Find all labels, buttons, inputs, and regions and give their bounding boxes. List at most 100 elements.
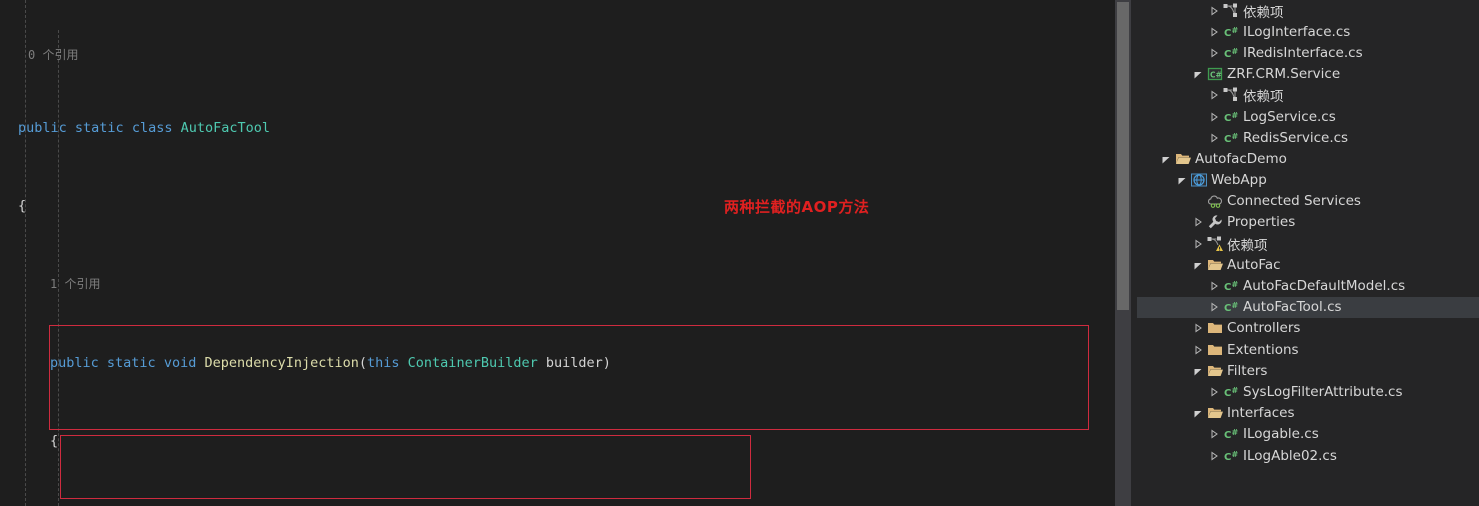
csharp-project-icon: C# xyxy=(1205,66,1224,82)
tree-item-filters[interactable]: Filters xyxy=(1137,360,1479,381)
tree-item-syslogfilterattribute-cs[interactable]: C # SysLogFilterAttribute.cs xyxy=(1137,381,1479,402)
annotation-label-aop-methods: 两种拦截的AOP方法 xyxy=(724,198,870,216)
code-line-brace-open-2: { xyxy=(0,432,1090,452)
chevron-down-icon[interactable] xyxy=(1191,260,1205,270)
csharp-file-icon: C # xyxy=(1221,426,1240,442)
svg-text:#: # xyxy=(1231,450,1238,459)
chevron-right-icon[interactable] xyxy=(1191,323,1205,333)
scrollbar-thumb[interactable] xyxy=(1117,2,1129,310)
tree-item-iredisinterface-cs[interactable]: C # IRedisInterface.cs xyxy=(1137,42,1479,63)
kw-class: class xyxy=(131,119,181,136)
csharp-file-icon: C # xyxy=(1221,45,1240,61)
tree-item-webapp[interactable]: WebApp xyxy=(1137,170,1479,191)
chevron-down-icon[interactable] xyxy=(1191,366,1205,376)
tree-item-interfaces[interactable]: Interfaces xyxy=(1137,403,1479,424)
chevron-right-icon[interactable] xyxy=(1207,48,1221,58)
chevron-right-icon[interactable] xyxy=(1207,281,1221,291)
code-line-method-decl: public static void DependencyInjection(t… xyxy=(0,354,1090,374)
tree-item-connected-services[interactable]: Connected Services xyxy=(1137,191,1479,212)
svg-text:#: # xyxy=(1231,47,1238,56)
tree-item-[interactable]: 依赖项 xyxy=(1137,0,1479,21)
chevron-right-icon[interactable] xyxy=(1207,133,1221,143)
chevron-down-icon[interactable] xyxy=(1175,175,1189,185)
chevron-right-icon[interactable] xyxy=(1191,345,1205,355)
tree-item-label: 依赖项 xyxy=(1243,4,1284,21)
folder-open-icon xyxy=(1205,363,1224,379)
svg-text:#: # xyxy=(1231,26,1238,35)
chevron-right-icon[interactable] xyxy=(1207,112,1221,122)
tree-item-autofacdemo[interactable]: AutofacDemo xyxy=(1137,148,1479,169)
kw-public: public xyxy=(50,354,107,371)
solution-explorer-tree[interactable]: 依赖项 C # ILogInterface.cs C # IRedisInterface.c… xyxy=(1137,0,1479,506)
tree-item-zrf-crm-service[interactable]: C# ZRF.CRM.Service xyxy=(1137,64,1479,85)
folder-open-icon xyxy=(1173,151,1192,167)
chevron-right-icon[interactable] xyxy=(1207,90,1221,100)
chevron-right-icon[interactable] xyxy=(1191,217,1205,227)
chevron-right-icon[interactable] xyxy=(1207,429,1221,439)
tree-item-logservice-cs[interactable]: C # LogService.cs xyxy=(1137,106,1479,127)
web-project-icon xyxy=(1189,172,1208,188)
tree-item-controllers[interactable]: Controllers xyxy=(1137,318,1479,339)
tree-item-label: AutofacDemo xyxy=(1195,150,1287,167)
param-type: ContainerBuilder xyxy=(407,354,546,371)
tree-item-autofac[interactable]: AutoFac xyxy=(1137,254,1479,275)
svg-text:C: C xyxy=(1224,113,1231,124)
tree-item-label: SysLogFilterAttribute.cs xyxy=(1243,383,1403,400)
chevron-right-icon[interactable] xyxy=(1207,451,1221,461)
tree-item-label: Controllers xyxy=(1227,320,1301,337)
dependencies-icon xyxy=(1221,87,1240,103)
folder-open-icon xyxy=(1205,257,1224,273)
folder-icon xyxy=(1205,342,1224,358)
tree-item-iloginterface-cs[interactable]: C # ILogInterface.cs xyxy=(1137,21,1479,42)
paren: ) xyxy=(602,354,611,371)
tree-item-autofacdefaultmodel-cs[interactable]: C # AutoFacDefaultModel.cs xyxy=(1137,275,1479,296)
kw-this: this xyxy=(367,354,408,371)
svg-text:#: # xyxy=(1231,132,1238,141)
chevron-down-icon[interactable] xyxy=(1191,69,1205,79)
chevron-right-icon[interactable] xyxy=(1191,239,1205,249)
chevron-right-icon[interactable] xyxy=(1207,6,1221,16)
tree-item-[interactable]: 依赖项 xyxy=(1137,85,1479,106)
svg-text:C: C xyxy=(1224,282,1231,293)
editor-vertical-scrollbar[interactable] xyxy=(1115,0,1131,506)
tree-item-label: Interfaces xyxy=(1227,405,1295,422)
svg-text:C: C xyxy=(1224,430,1231,441)
tree-item-label: IRedisInterface.cs xyxy=(1243,44,1363,61)
code-line-brace-open-1: { xyxy=(0,197,1090,217)
tree-item-properties[interactable]: Properties xyxy=(1137,212,1479,233)
chevron-down-icon[interactable] xyxy=(1159,154,1173,164)
tree-item-redisservice-cs[interactable]: C # RedisService.cs xyxy=(1137,127,1479,148)
code-text[interactable]: 0 个引用 public static class AutoFacTool { … xyxy=(0,0,1090,506)
csharp-file-icon: C # xyxy=(1221,109,1240,125)
code-editor[interactable]: 0 个引用 public static class AutoFacTool { … xyxy=(0,0,1113,506)
chevron-right-icon[interactable] xyxy=(1207,27,1221,37)
svg-text:C: C xyxy=(1224,303,1231,314)
kw-void: void xyxy=(163,354,205,371)
codelens-method[interactable]: 1 个引用 xyxy=(0,275,1090,295)
tree-item-autofactool-cs[interactable]: C # AutoFacTool.cs xyxy=(1137,296,1479,318)
tree-item-label: WebApp xyxy=(1211,172,1267,189)
dependencies-warning-icon xyxy=(1205,236,1224,252)
chevron-down-icon[interactable] xyxy=(1191,408,1205,418)
class-name: AutoFacTool xyxy=(180,119,270,136)
chevron-right-icon[interactable] xyxy=(1207,387,1221,397)
connected-services-icon xyxy=(1205,193,1224,209)
param-name: builder xyxy=(545,354,603,371)
tree-item-ilogable-cs[interactable]: C # ILogable.cs xyxy=(1137,424,1479,445)
csharp-file-icon: C # xyxy=(1221,299,1240,315)
tree-item-[interactable]: 依赖项 xyxy=(1137,233,1479,254)
svg-text:C: C xyxy=(1224,388,1231,399)
tree-item-extentions[interactable]: Extentions xyxy=(1137,339,1479,360)
tree-item-label: Connected Services xyxy=(1227,193,1361,210)
codelens-class[interactable]: 0 个引用 xyxy=(0,46,1090,62)
paren: ( xyxy=(358,354,368,371)
svg-text:#: # xyxy=(1231,111,1238,120)
kw-static: static xyxy=(74,119,132,136)
visual-studio-window: 0 个引用 public static class AutoFacTool { … xyxy=(0,0,1479,506)
tree-item-label: Filters xyxy=(1227,362,1268,379)
kw-static: static xyxy=(106,354,164,371)
chevron-right-icon[interactable] xyxy=(1207,302,1221,312)
csharp-file-icon: C # xyxy=(1221,278,1240,294)
tree-item-ilogable02-cs[interactable]: C # ILogAble02.cs xyxy=(1137,445,1479,466)
folder-open-icon xyxy=(1205,405,1224,421)
